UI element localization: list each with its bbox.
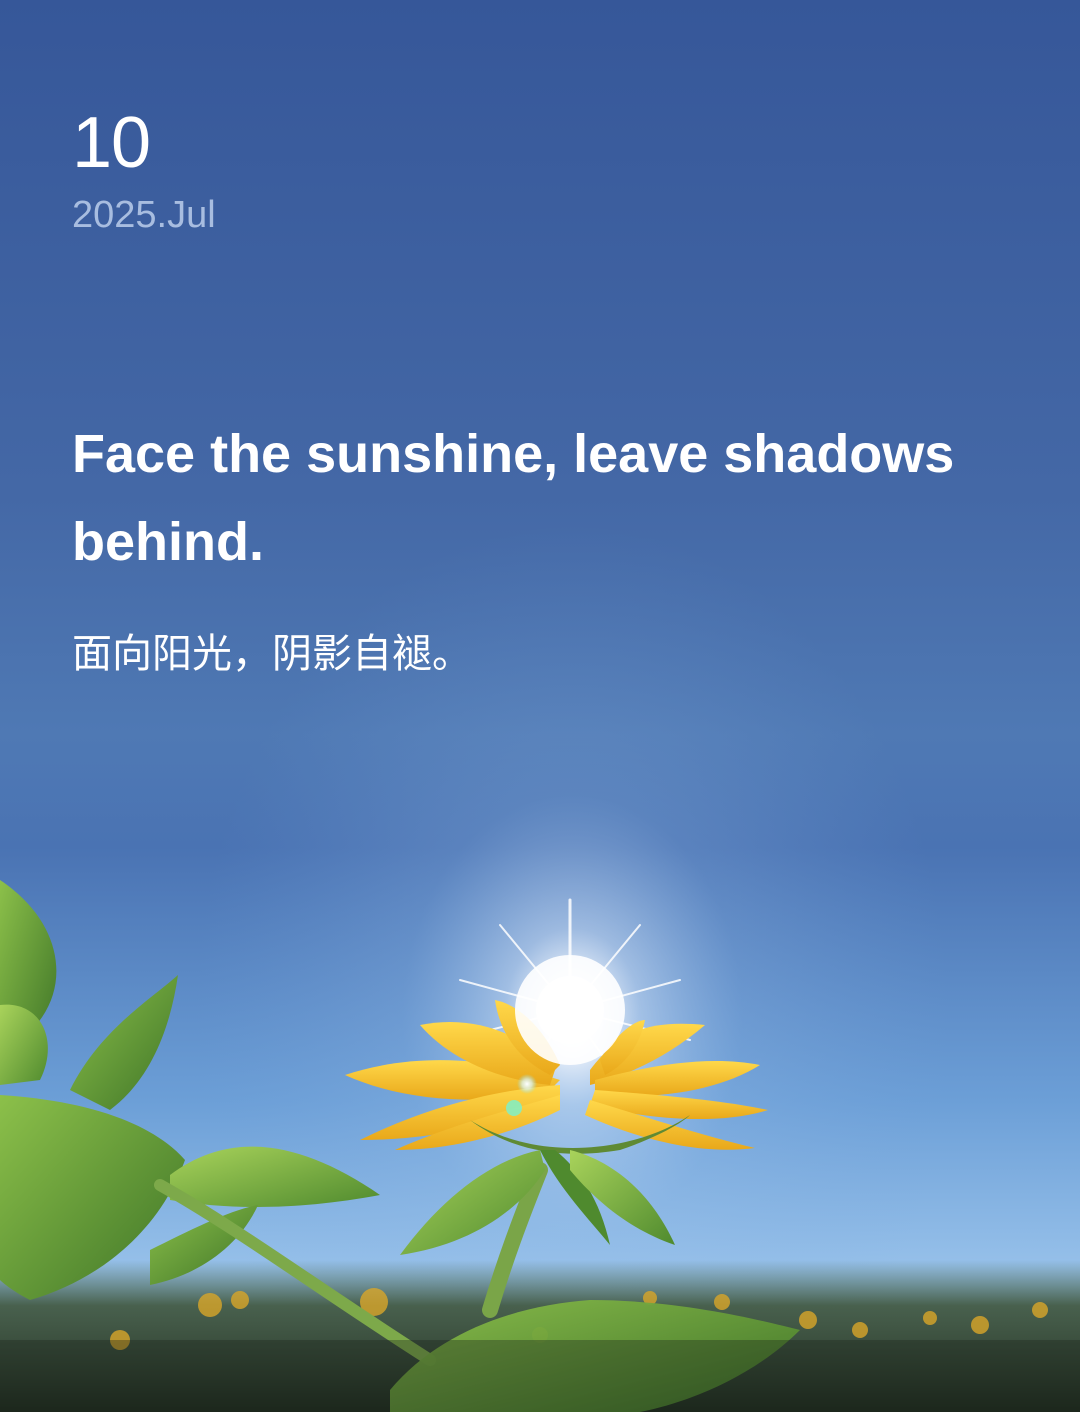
date-month-year: 2025.Jul [72, 194, 216, 236]
daily-quote-card: 10 2025.Jul Face the sunshine, leave sha… [0, 0, 1080, 1412]
quote-english: Face the sunshine, leave shadows behind. [72, 424, 955, 572]
date-day: 10 [72, 103, 151, 183]
quote-chinese: 面向阳光，阴影自褪。 [72, 631, 472, 677]
text-overlay: 10 2025.Jul Face the sunshine, leave sha… [0, 0, 1080, 760]
